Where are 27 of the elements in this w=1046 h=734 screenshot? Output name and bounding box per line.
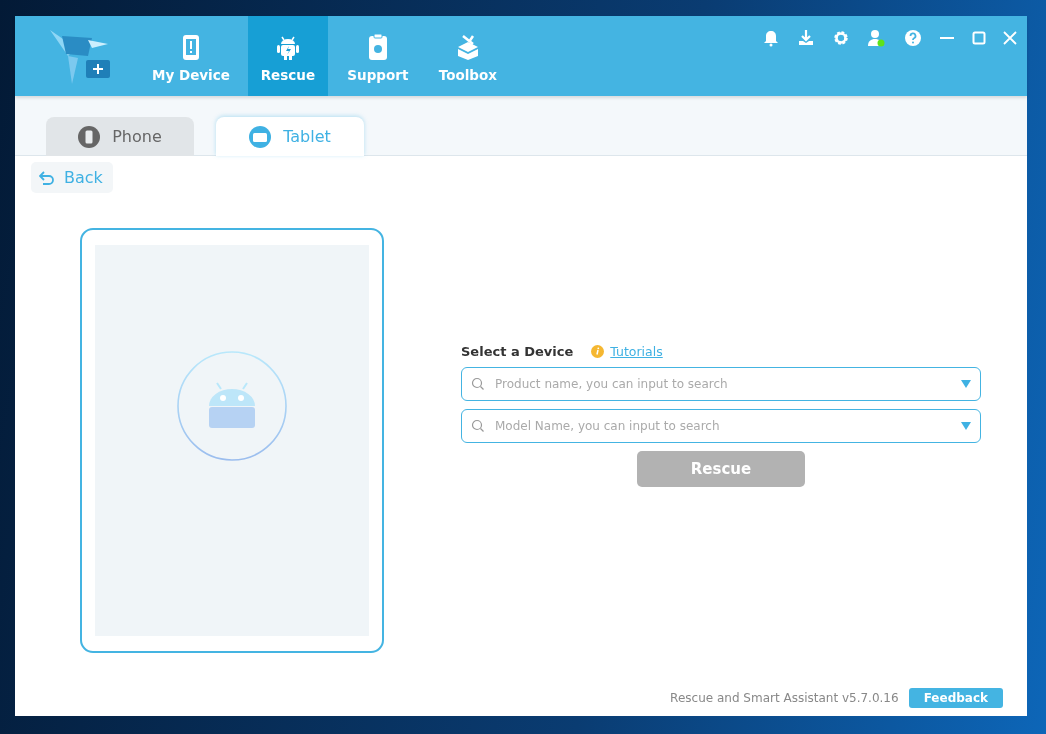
info-icon <box>591 345 605 358</box>
maximize-icon[interactable] <box>972 31 986 45</box>
dropdown-caret-icon <box>961 422 971 430</box>
form-title: Select a Device <box>461 344 574 359</box>
feedback-button[interactable]: Feedback <box>908 688 1003 708</box>
version-text: Rescue and Smart Assistant v5.7.0.16 <box>670 691 899 705</box>
device-tab[interactable]: Tablet <box>216 117 364 156</box>
device-tab[interactable]: Phone <box>46 117 194 156</box>
close-icon[interactable] <box>1003 31 1017 45</box>
settings-icon[interactable] <box>832 29 850 47</box>
user-online-icon[interactable] <box>867 29 887 47</box>
notification-bell-icon[interactable] <box>762 29 780 47</box>
nav-tab[interactable]: Support <box>337 16 418 96</box>
tutorials-link[interactable]: Tutorials <box>610 344 663 359</box>
help-icon[interactable] <box>904 29 922 47</box>
search-dropdown[interactable]: Model Name, you can input to search <box>461 409 981 443</box>
back-arrow-icon <box>39 170 55 185</box>
download-icon[interactable] <box>797 29 815 47</box>
search-dropdown[interactable]: Product name, you can input to search <box>461 367 981 401</box>
dropdown-caret-icon <box>961 380 971 388</box>
android-icon <box>176 349 288 462</box>
nav-tab[interactable]: Rescue <box>247 16 328 96</box>
nav-tab[interactable]: Toolbox <box>427 16 508 96</box>
phone-icon <box>78 125 101 148</box>
nav-tab[interactable]: My Device <box>144 16 238 96</box>
back-button[interactable]: Back <box>31 162 113 193</box>
tablet-icon <box>249 125 272 148</box>
